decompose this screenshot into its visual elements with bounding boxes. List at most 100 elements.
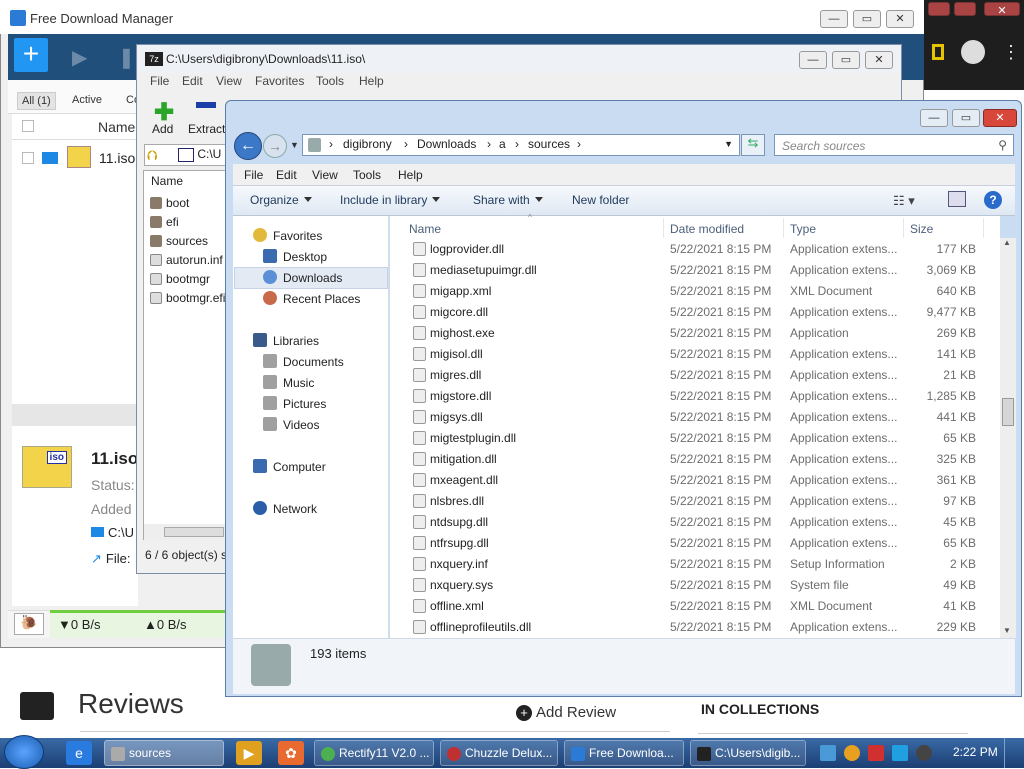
table-row[interactable]: migtestplugin.dll 5/22/2021 8:15 PM Applic… [390, 428, 1000, 449]
scroll-up-icon[interactable]: ▲ [1003, 238, 1011, 247]
table-row[interactable]: migapp.xml 5/22/2021 8:15 PM XML Document 6… [390, 281, 1000, 302]
sevenzip-menu-favorites[interactable]: Favorites [255, 74, 304, 88]
nav-network[interactable]: Network [253, 501, 317, 516]
column-separator[interactable] [783, 218, 784, 238]
taskbar-clock[interactable]: 2:22 PM [953, 745, 998, 759]
fdm-splitter[interactable] [12, 404, 138, 426]
column-size[interactable]: Size [910, 222, 933, 236]
new-folder-button[interactable]: New folder [572, 193, 629, 207]
nav-documents[interactable]: Documents [263, 354, 344, 369]
pause-icon[interactable]: ❚ [118, 45, 135, 70]
explorer-menu-help[interactable]: Help [398, 168, 423, 182]
search-input[interactable]: Search sources ⚲ [774, 134, 1014, 156]
nav-pictures[interactable]: Pictures [263, 396, 326, 411]
breadcrumb-item[interactable]: Downloads [417, 137, 476, 151]
nav-favorites[interactable]: Favorites [253, 228, 322, 243]
table-row[interactable]: ntfrsupg.dll 5/22/2021 8:15 PM Application… [390, 533, 1000, 554]
sevenzip-menu-tools[interactable]: Tools [316, 74, 344, 88]
tray-display-icon[interactable] [892, 745, 908, 761]
forward-button[interactable]: → [263, 134, 287, 158]
column-name[interactable]: Name [409, 222, 441, 236]
start-button[interactable] [4, 735, 44, 769]
sevenzip-menu-help[interactable]: Help [359, 74, 384, 88]
refresh-button[interactable]: ⇆ [741, 134, 765, 156]
share-with-button[interactable]: Share with [473, 193, 543, 207]
detail-path-link[interactable]: C:\U [91, 525, 134, 540]
table-row[interactable]: mxeagent.dll 5/22/2021 8:15 PM Application… [390, 470, 1000, 491]
sevenzip-add-button[interactable]: Add [152, 122, 173, 136]
list-item[interactable]: efi [150, 215, 179, 229]
preview-pane-icon[interactable] [948, 191, 966, 207]
user-avatar-icon[interactable] [961, 40, 985, 64]
column-separator[interactable] [663, 218, 664, 238]
fdm-col-name[interactable]: Name [98, 119, 135, 135]
explorer-menu-tools[interactable]: Tools [353, 168, 381, 182]
show-desktop-button[interactable] [1004, 738, 1024, 768]
taskbar-item-rectify[interactable]: Rectify11 V2.0 ... [314, 740, 434, 766]
table-row[interactable]: migres.dll 5/22/2021 8:15 PM Application e… [390, 365, 1000, 386]
nav-libraries[interactable]: Libraries [253, 333, 319, 348]
menu-dots-icon[interactable]: ⋮ [1002, 42, 1020, 63]
table-row[interactable]: nlsbres.dll 5/22/2021 8:15 PM Application … [390, 491, 1000, 512]
tray-volume-icon[interactable] [916, 745, 932, 761]
column-type[interactable]: Type [790, 222, 816, 236]
sevenzip-extract-button[interactable]: Extract [188, 122, 225, 136]
nav-music[interactable]: Music [263, 375, 314, 390]
column-separator[interactable] [903, 218, 904, 238]
minimize-button[interactable] [928, 2, 950, 16]
explorer-menu-file[interactable]: File [244, 168, 263, 182]
table-row[interactable]: offline.xml 5/22/2021 8:15 PM XML Document… [390, 596, 1000, 617]
help-icon[interactable]: ? [984, 191, 1002, 209]
table-row[interactable]: migcore.dll 5/22/2021 8:15 PM Application … [390, 302, 1000, 323]
scrollbar-thumb[interactable] [164, 527, 224, 537]
table-row[interactable]: nxquery.sys 5/22/2021 8:15 PM System file 4… [390, 575, 1000, 596]
taskbar-item-fdm[interactable]: Free Downloa... [564, 740, 684, 766]
table-row[interactable]: mediasetupuimgr.dll 5/22/2021 8:15 PM Appl… [390, 260, 1000, 281]
sevenzip-col-name[interactable]: Name [151, 174, 183, 188]
explorer-maximize-button[interactable]: ▭ [952, 109, 980, 127]
sevenzip-minimize-button[interactable]: — [799, 51, 827, 69]
close-button[interactable]: ✕ [984, 2, 1020, 17]
taskbar-item-chuzzle[interactable]: Chuzzle Delux... [440, 740, 558, 766]
taskbar-item-sources[interactable]: sources [104, 740, 224, 766]
table-row[interactable]: offlineprofileutils.dll 5/22/2021 8:15 PM… [390, 617, 1000, 638]
fdm-minimize-button[interactable]: — [820, 10, 848, 28]
sevenzip-maximize-button[interactable]: ▭ [832, 51, 860, 69]
list-item[interactable]: bootmgr.efi [150, 291, 226, 305]
breadcrumb-item[interactable]: digibrony [343, 137, 392, 151]
sevenzip-menu-edit[interactable]: Edit [182, 74, 203, 88]
vertical-scrollbar[interactable]: ▲ ▼ [1000, 238, 1016, 638]
nav-recent-places[interactable]: Recent Places [263, 291, 360, 306]
tab-completed[interactable]: Co [122, 92, 136, 108]
breadcrumb-item[interactable]: a [499, 137, 506, 151]
tray-flag-icon[interactable] [868, 745, 884, 761]
history-dropdown-icon[interactable]: ▼ [290, 140, 299, 150]
explorer-close-button[interactable]: ✕ [983, 109, 1017, 127]
scrollbar-thumb[interactable] [1002, 398, 1014, 426]
tray-network-icon[interactable] [820, 745, 836, 761]
tray-search-icon[interactable] [844, 745, 860, 761]
fdm-download-row[interactable]: 11.iso [12, 142, 138, 176]
nav-computer[interactable]: Computer [253, 459, 326, 474]
app-icon[interactable]: ✿ [278, 741, 304, 765]
up-folder-icon[interactable]: ⮉ [147, 147, 163, 163]
select-all-checkbox[interactable] [22, 120, 34, 132]
include-in-library-button[interactable]: Include in library [340, 193, 441, 207]
fdm-maximize-button[interactable]: ▭ [853, 10, 881, 28]
nav-desktop[interactable]: Desktop [263, 249, 327, 264]
horizontal-scrollbar[interactable] [144, 524, 226, 540]
nav-downloads[interactable]: Downloads [263, 270, 342, 285]
explorer-minimize-button[interactable]: — [920, 109, 948, 127]
row-checkbox[interactable] [22, 152, 34, 164]
fdm-add-button[interactable]: + [14, 38, 48, 72]
list-item[interactable]: boot [150, 196, 189, 210]
taskbar-item-7zip[interactable]: C:\Users\digib... [690, 740, 806, 766]
list-item[interactable]: autorun.inf [150, 253, 226, 267]
media-player-icon[interactable]: ▶ [236, 741, 262, 765]
column-date-modified[interactable]: Date modified [670, 222, 744, 236]
table-row[interactable]: migsys.dll 5/22/2021 8:15 PM Application e… [390, 407, 1000, 428]
sevenzip-menu-view[interactable]: View [216, 74, 242, 88]
table-row[interactable]: migisol.dll 5/22/2021 8:15 PM Application … [390, 344, 1000, 365]
fdm-close-button[interactable]: ✕ [886, 10, 914, 28]
list-item[interactable]: bootmgr [150, 272, 210, 286]
